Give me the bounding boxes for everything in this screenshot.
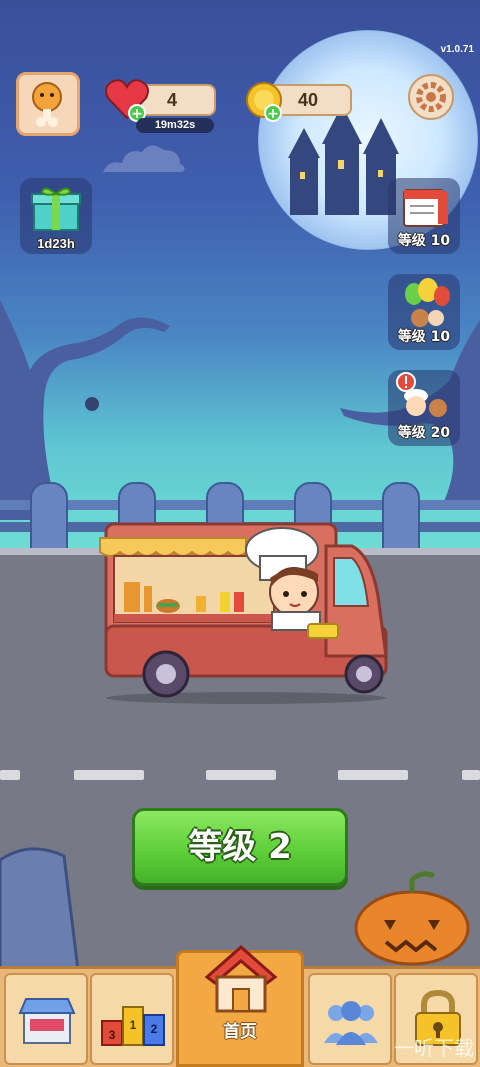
podium-rank-3: 3 [109, 1028, 116, 1042]
customers-alert-icon [396, 372, 447, 417]
coins-value: 40 [297, 90, 319, 110]
chicken-leg-icon [32, 82, 62, 127]
food-truck[interactable] [96, 516, 396, 706]
balloons-event-button[interactable]: 等级 10 [388, 274, 460, 350]
road-line [338, 770, 408, 780]
nav-shop[interactable] [4, 973, 88, 1065]
watermark: 一听下载 [394, 1036, 474, 1060]
level-button-label: 等级 2 [188, 827, 292, 867]
friends-icon [324, 1001, 378, 1045]
road-line [206, 770, 276, 780]
gift-button[interactable]: 1d23h [20, 178, 92, 254]
gift-timer: 1d23h [37, 236, 75, 251]
calendar-icon [403, 189, 448, 227]
calendar-level-label: 等级 10 [397, 233, 451, 249]
customers-event-button[interactable]: 等级 20 [388, 370, 460, 446]
lives-value: 4 [166, 90, 177, 110]
balloons-icon [405, 278, 450, 327]
game-scene [0, 0, 480, 1067]
lives-timer: 19m32s [136, 118, 214, 133]
player-avatar-button[interactable] [16, 72, 80, 136]
gear-icon [416, 82, 446, 112]
daily-calendar-button[interactable]: 等级 10 [388, 178, 460, 254]
shop-icon [18, 998, 76, 1044]
home-icon [204, 944, 278, 1013]
tombstone-decoration [0, 847, 80, 970]
road-line [0, 770, 20, 780]
pumpkin-decoration [354, 871, 470, 966]
podium-icon: 3 1 2 [101, 1006, 165, 1046]
nav-leaderboard[interactable]: 3 1 2 [90, 973, 174, 1065]
cloud [103, 145, 185, 172]
podium-rank-1: 1 [130, 1018, 137, 1032]
version-label: v1.0.71 [440, 44, 474, 55]
level-start-button[interactable]: 等级 2 [132, 808, 348, 886]
spooky-tree-left [0, 300, 170, 520]
balloons-level-label: 等级 10 [397, 329, 451, 345]
nav-home[interactable]: 首页 [176, 944, 304, 1067]
road-line [74, 770, 144, 780]
nav-home-label: 首页 [223, 1022, 257, 1042]
podium-rank-2: 2 [151, 1022, 158, 1036]
road-line [462, 770, 480, 780]
add-coins-button[interactable]: + [264, 104, 282, 122]
nav-friends[interactable] [308, 973, 392, 1065]
fence-post [30, 482, 68, 558]
settings-button[interactable] [408, 74, 454, 120]
customers-level-label: 等级 20 [397, 425, 451, 441]
gift-box-icon [31, 187, 81, 231]
